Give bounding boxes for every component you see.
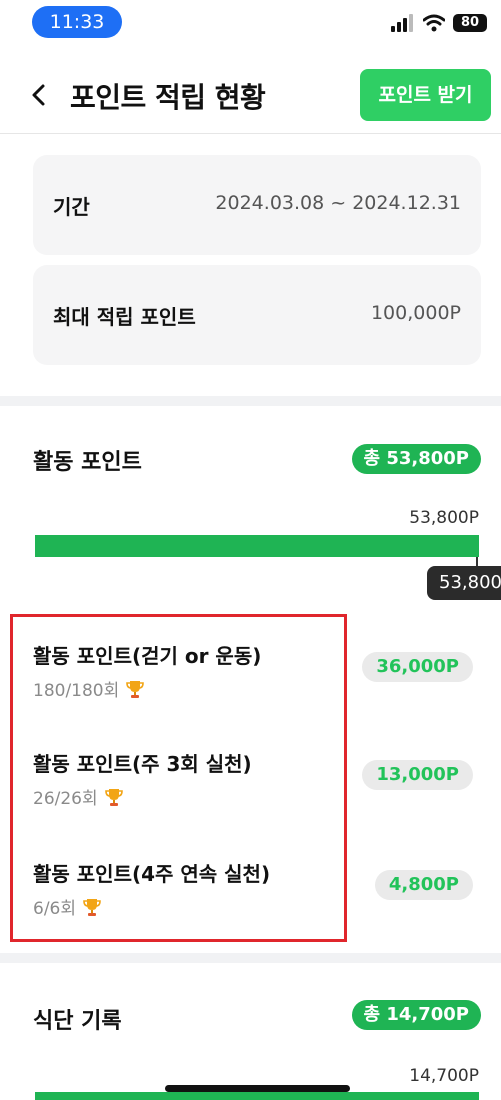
status-time: 11:33 [32,6,122,38]
activity-item-name: 활동 포인트(걷기 or 운동) [33,644,262,668]
section-divider [0,953,501,963]
activity-item: 활동 포인트(주 3회 실천) 26/26회 13,000P [33,748,481,812]
back-icon[interactable] [28,80,50,110]
activity-bar-value: 53,800P [409,508,479,528]
diet-progress-bar [35,1092,479,1100]
activity-item-points: 13,000P [362,760,473,790]
signal-icon [391,14,415,32]
activity-item-count: 26/26회 [33,784,124,809]
home-indicator [165,1085,350,1092]
status-icons: 80 [391,14,487,32]
app-header: 포인트 적립 현황 포인트 받기 [0,62,501,134]
activity-item-count: 180/180회 [33,676,145,701]
activity-item: 활동 포인트(4주 연속 실천) 6/6회 4,800P [33,858,481,922]
diet-progress-fill [35,1092,479,1100]
diet-total-badge: 총 14,700P [351,1000,481,1030]
period-label: 기간 [53,195,90,219]
battery-indicator: 80 [453,14,487,32]
activity-item-name: 활동 포인트(주 3회 실천) [33,752,252,776]
activity-item-count-text: 6/6회 [33,899,76,919]
max-points-label: 최대 적립 포인트 [53,305,196,329]
wifi-icon [423,14,445,32]
diet-section-title: 식단 기록 [33,1009,122,1034]
activity-item-count-text: 180/180회 [33,681,120,701]
period-card: 기간 2024.03.08 ~ 2024.12.31 [33,155,481,255]
activity-item-points: 36,000P [362,652,473,682]
activity-progress-fill [35,535,479,557]
activity-item: 활동 포인트(걷기 or 운동) 180/180회 36,000P [33,640,481,704]
activity-item-points: 4,800P [374,870,473,900]
activity-progress-bar [35,535,479,557]
activity-item-count-text: 26/26회 [33,789,98,809]
activity-item-name: 활동 포인트(4주 연속 실천) [33,862,271,886]
trophy-icon [126,680,145,698]
trophy-icon [104,788,123,806]
trophy-icon [83,898,101,916]
max-points-value: 100,000P [370,302,461,324]
activity-item-count: 6/6회 [33,894,102,919]
activity-section-title: 활동 포인트 [33,450,142,475]
max-points-card: 최대 적립 포인트 100,000P [33,265,481,365]
page-title: 포인트 적립 현황 [70,81,266,114]
activity-total-badge: 총 53,800P [351,444,481,474]
progress-tooltip: 53,800 [427,566,501,600]
receive-points-button[interactable]: 포인트 받기 [360,69,491,121]
period-value: 2024.03.08 ~ 2024.12.31 [215,192,461,214]
diet-bar-value: 14,700P [409,1066,479,1086]
section-divider [0,396,501,406]
